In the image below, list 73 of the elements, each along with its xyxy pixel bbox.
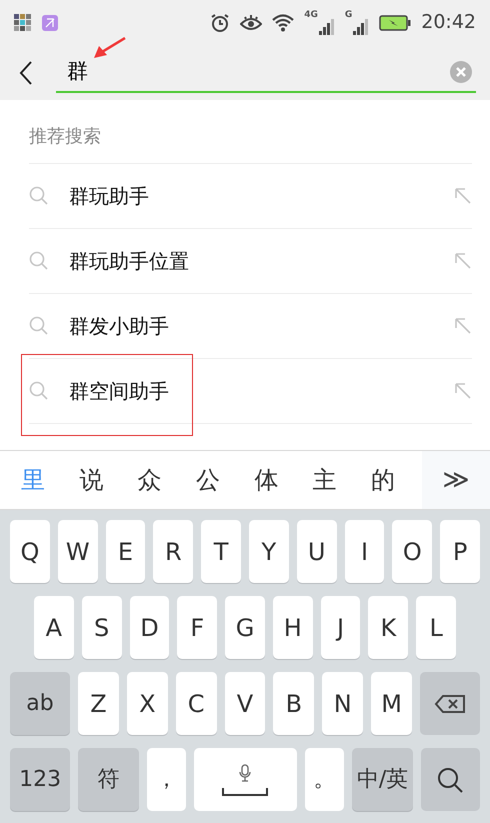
candidate-word[interactable]: 的 [364,462,401,498]
back-icon[interactable] [18,60,34,86]
candidate-word[interactable]: 说 [73,462,110,498]
fill-query-arrow-icon[interactable] [454,317,472,335]
keyboard-key[interactable]: 符 [78,748,139,811]
backspace-icon [434,694,466,714]
keyboard-key[interactable]: ab [10,672,70,735]
keyboard-key[interactable]: D [130,596,170,659]
eye-icon [240,14,262,32]
search-icon [29,186,49,206]
keyboard-key[interactable]: A [34,596,74,659]
keyboard-key[interactable]: E [106,520,146,583]
keyboard-key[interactable]: T [201,520,241,583]
candidate-word[interactable]: 公 [190,462,226,498]
microphone-icon [239,764,252,782]
suggestion-item[interactable]: 群空间助手 [29,359,472,424]
annotation-arrow [92,37,126,59]
keyboard-key[interactable]: C [176,672,217,735]
keyboard-key[interactable]: 123 [10,748,70,811]
keyboard-key[interactable]: I [344,520,384,583]
alarm-clock-icon [210,12,230,32]
keyboard-key[interactable]: M [371,672,412,735]
keyboard-key[interactable]: X [126,672,168,735]
gallery-icon [42,14,58,30]
keyboard-key[interactable]: ， [146,748,186,811]
keyboard-key[interactable]: 。 [304,748,344,811]
space-key[interactable] [194,748,297,811]
more-candidates-button[interactable]: ≫ [422,451,490,509]
signal-icon [353,18,370,34]
keyboard-key[interactable]: H [272,596,313,659]
keyboard-key[interactable]: K [368,596,408,659]
search-icon [436,766,464,794]
backspace-key[interactable] [420,672,480,735]
keyboard-key[interactable]: L [416,596,456,659]
keyboard-key[interactable]: 中/英 [352,748,413,811]
signal-icon [318,18,335,34]
candidate-word[interactable]: 众 [132,462,168,498]
search-icon [29,316,49,336]
keyboard-key[interactable]: Q [10,520,50,583]
candidate-word[interactable]: 主 [306,462,343,498]
candidate-word[interactable]: 体 [248,462,284,498]
fill-query-arrow-icon[interactable] [454,382,472,400]
suggestion-item[interactable]: 群玩助手位置 [29,229,472,294]
keyboard-key[interactable]: G [225,596,265,659]
keyboard-key[interactable]: B [273,672,314,735]
keyboard-key[interactable]: F [177,596,218,659]
space-bar-icon [222,788,268,796]
network-type-label: G [344,10,352,20]
app-grid-icon [14,14,32,32]
keyboard-key[interactable]: J [320,596,360,659]
search-icon [29,381,49,401]
keyboard-key[interactable]: O [392,520,432,583]
keyboard-key[interactable]: P [440,520,480,583]
keyboard-key[interactable]: N [322,672,364,735]
search-icon [29,251,49,271]
keyboard-key[interactable]: R [153,520,194,583]
section-header: 推荐搜索 [29,100,472,164]
keyboard-key[interactable]: Y [248,520,289,583]
fill-query-arrow-icon[interactable] [454,187,472,205]
suggestion-item[interactable]: 群玩助手 [29,164,472,229]
clock-time: 20:42 [421,10,476,36]
battery-charging-icon [379,14,412,30]
clear-icon[interactable] [450,60,472,82]
fill-query-arrow-icon[interactable] [454,252,472,270]
keyboard-key[interactable]: U [296,520,337,583]
network-type-label: 4G [304,10,318,20]
keyboard-key[interactable]: V [224,672,266,735]
keyboard-key[interactable]: S [82,596,122,659]
search-key[interactable] [420,748,480,811]
wifi-icon [272,14,294,32]
keyboard-key[interactable]: Z [78,672,119,735]
keyboard-key[interactable]: W [58,520,98,583]
suggestion-item[interactable]: 群发小助手 [29,294,472,359]
